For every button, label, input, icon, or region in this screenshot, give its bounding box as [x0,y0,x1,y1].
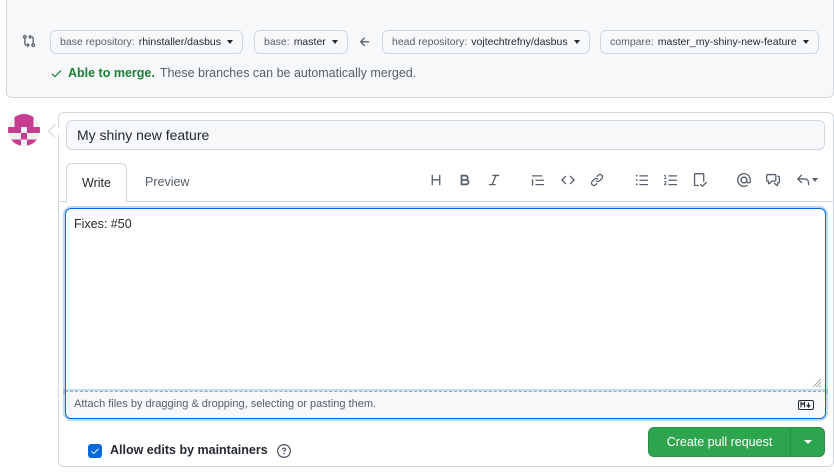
resize-handle-icon[interactable] [812,378,822,388]
link-icon[interactable] [589,172,605,188]
ordered-list-icon[interactable] [663,172,679,188]
pr-body-textarea[interactable]: Fixes: #50 [65,208,826,392]
reference-icon[interactable] [765,172,781,188]
task-list-icon[interactable] [692,172,708,188]
reply-icon[interactable] [794,172,820,188]
base-repository-label: base repository: [60,36,135,48]
merge-ok-text: Able to merge. [68,66,155,80]
tab-preview[interactable]: Preview [130,163,204,203]
file-attachment-dropzone[interactable]: Attach files by dragging & dropping, sel… [65,391,826,419]
tab-write[interactable]: Write [66,163,127,203]
arrow-left-icon [359,37,370,47]
check-icon [51,69,62,77]
chevron-down-icon [227,40,234,44]
pr-title-input[interactable] [66,120,825,150]
compare-branch-label: compare: [610,36,654,48]
quote-icon[interactable] [530,172,546,188]
chevron-down-icon [812,178,818,182]
attach-files-hint: Attach files by dragging & dropping, sel… [74,398,377,410]
allow-edits-label[interactable]: Allow edits by maintainers [110,443,268,457]
head-repository-label: head repository: [392,36,468,48]
base-repository-value: rhinstaller/dasbus [138,36,222,48]
chevron-down-icon [573,40,580,44]
mention-icon[interactable] [736,172,752,188]
chevron-down-icon [803,440,812,444]
base-repository-select[interactable]: base repository: rhinstaller/dasbus [50,30,244,54]
chevron-down-icon [331,40,338,44]
head-repository-value: vojtechtrefny/dasbus [471,36,568,48]
create-options-dropdown[interactable] [790,428,824,456]
unordered-list-icon[interactable] [634,172,650,188]
bold-icon[interactable] [457,172,473,188]
compare-branch-value: master_my-shiny-new-feature [657,36,797,48]
compare-branch-select[interactable]: compare: master_my-shiny-new-feature [600,30,819,54]
question-circle-icon[interactable] [277,444,291,458]
chevron-down-icon [802,40,809,44]
create-pull-request-button-group: Create pull request [648,427,825,457]
create-pull-request-button[interactable]: Create pull request [649,428,790,456]
checkmark-icon [91,448,99,454]
merge-status: Able to merge. These branches can be aut… [50,66,416,80]
code-icon[interactable] [560,172,576,188]
allow-edits-checkbox[interactable] [88,444,102,458]
base-branch-value: master [293,36,326,48]
markdown-icon[interactable] [798,400,814,410]
base-branch-select[interactable]: base: master [254,30,348,54]
heading-icon[interactable] [428,172,444,188]
avatar[interactable] [8,114,40,146]
base-branch-label: base: [264,36,290,48]
head-repository-select[interactable]: head repository: vojtechtrefny/dasbus [382,30,590,54]
italic-icon[interactable] [486,172,502,188]
merge-message: These branches can be automatically merg… [159,66,417,80]
git-compare-icon [22,34,36,48]
